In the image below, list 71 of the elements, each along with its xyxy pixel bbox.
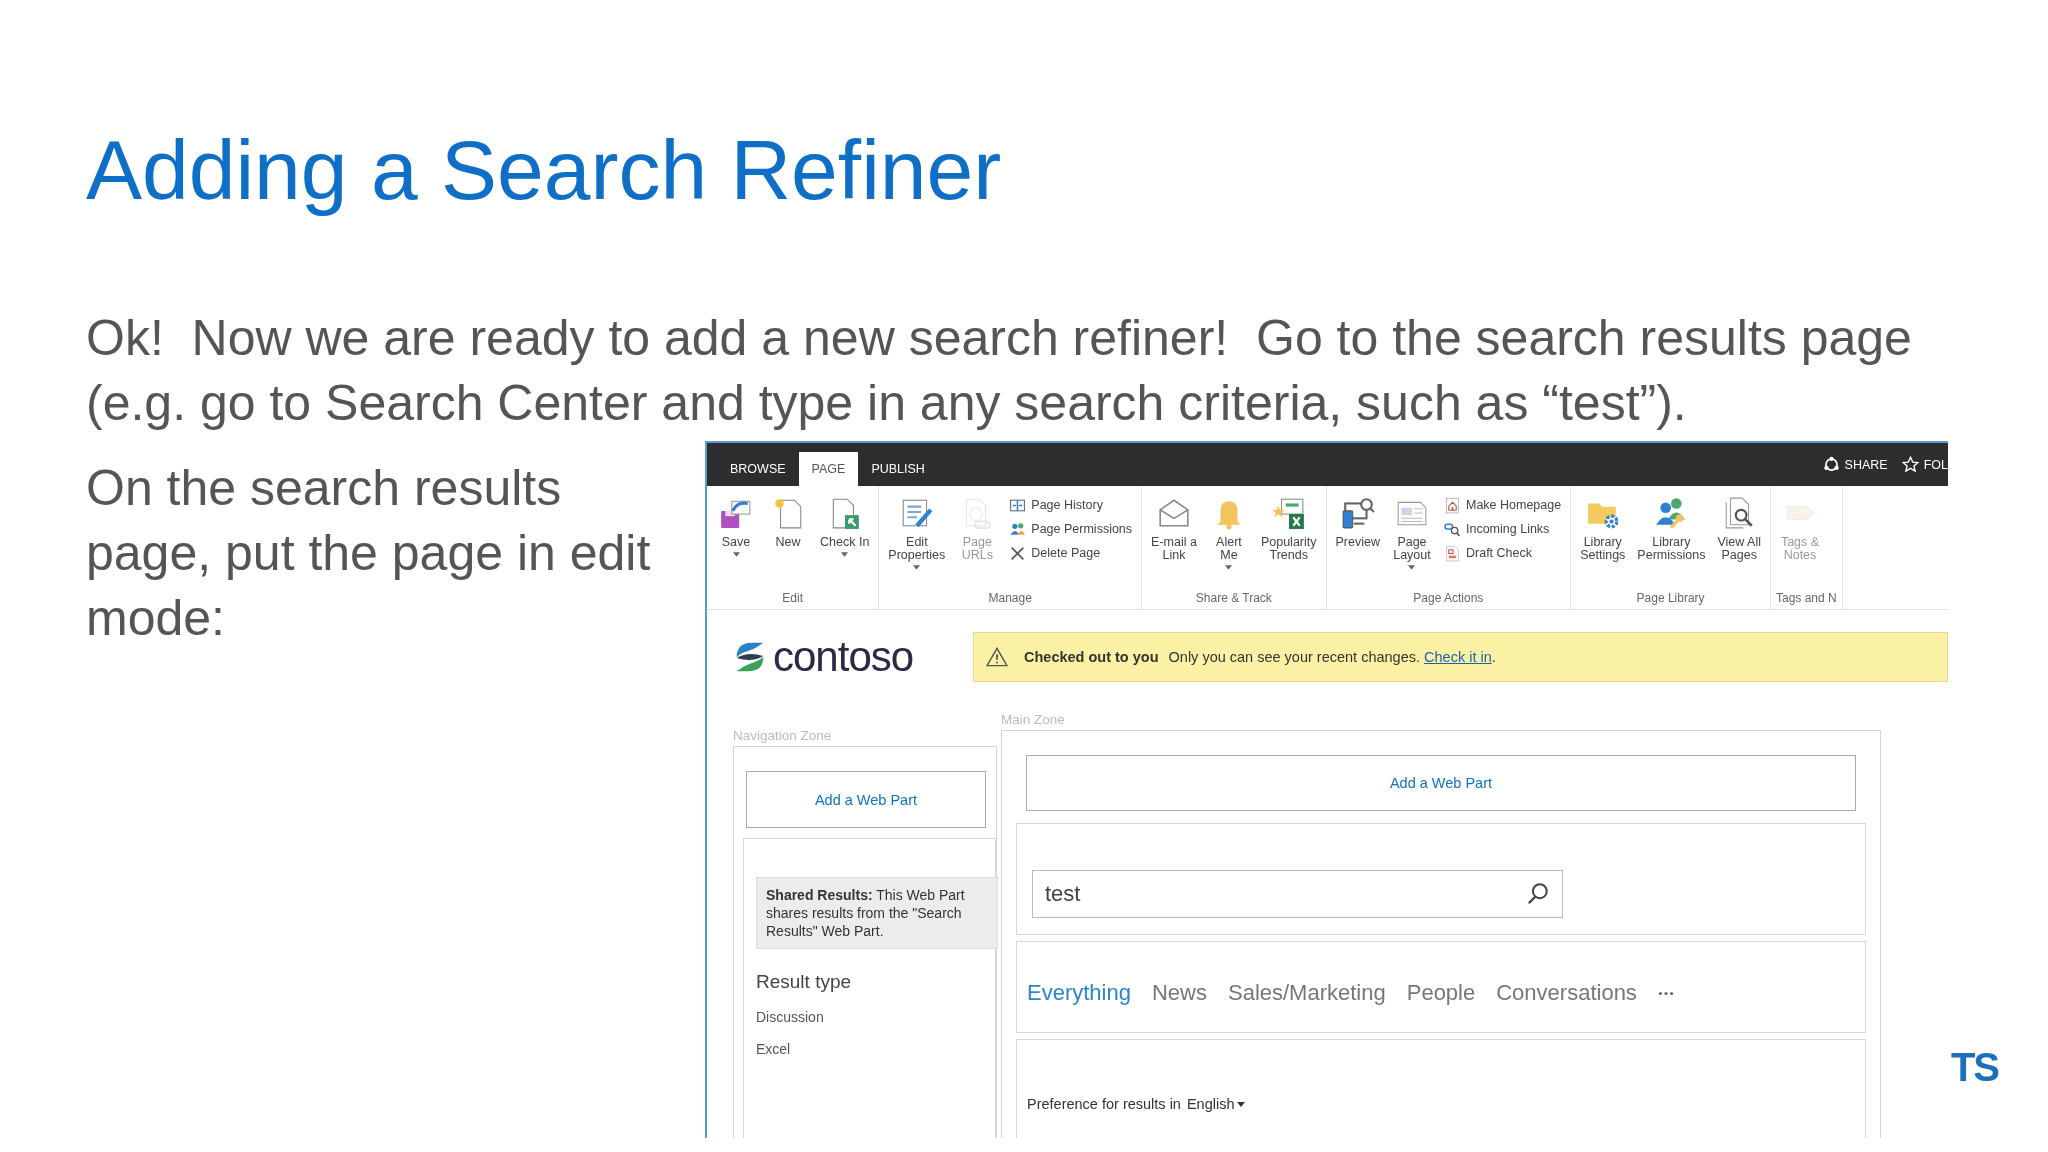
refiner-heading: Result type <box>756 971 853 993</box>
caret-icon <box>1225 565 1233 570</box>
ribbon-button[interactable]: Page Permissions <box>1009 520 1133 538</box>
monitor-magnifier-icon <box>1340 496 1375 530</box>
zone-label: Navigation Zone <box>733 728 833 745</box>
corner-logo: TS <box>1950 1045 1998 1090</box>
people-icon <box>1009 520 1027 538</box>
ribbon-group-label: Edit <box>781 591 804 605</box>
ribbon-group-label: Page Actions <box>1412 591 1485 605</box>
chart-sheet-icon <box>1271 496 1306 530</box>
star-icon[interactable] <box>1901 456 1919 473</box>
status-message: Only you can see your recent changes. Check it in. <box>1168 649 1496 665</box>
ribbon-tab[interactable]: PAGE <box>798 452 859 486</box>
ribbon-button[interactable]: Library Settings <box>1576 496 1630 591</box>
status-title: Checked out to you <box>1024 649 1159 665</box>
search-field[interactable]: test <box>1032 870 1563 918</box>
ribbon-button[interactable]: Check In <box>816 496 874 591</box>
cross-icon <box>1009 544 1027 562</box>
caret-icon <box>1236 1101 1245 1107</box>
ribbon-group-label: Page Library <box>1635 591 1706 605</box>
search-vertical-tab[interactable]: News <box>1151 980 1207 1006</box>
search-vertical-tab[interactable]: Conversations <box>1496 980 1637 1006</box>
ribbon-tab[interactable]: PUBLISH <box>858 452 938 486</box>
ribbon-button[interactable]: Page History <box>1009 496 1133 514</box>
ribbon-button[interactable]: Incoming Links <box>1444 520 1562 538</box>
ribbon-button[interactable]: Delete Page <box>1009 544 1133 562</box>
ribbon-button[interactable]: E-mail a Link <box>1147 496 1201 591</box>
ribbon-button[interactable]: Popularity Trends <box>1256 496 1321 591</box>
ribbon-button[interactable]: Make Homepage <box>1444 496 1562 514</box>
ribbon-button[interactable]: Draft Check <box>1444 544 1562 562</box>
shared-results-note: Shared Results: This Web Part shares results from the "Search Results" Web Part. <box>756 877 998 949</box>
ribbon-button[interactable]: Page Layout <box>1388 496 1436 591</box>
caret-icon <box>732 552 740 557</box>
caret-icon <box>1408 565 1416 570</box>
chain-magnifier-icon <box>1444 520 1461 538</box>
ribbon-button[interactable]: Save <box>712 496 760 591</box>
search-icon[interactable] <box>1526 882 1550 906</box>
add-web-part-button[interactable]: Add a Web Part <box>746 771 986 828</box>
check-in-link[interactable]: Check it in <box>1424 649 1492 665</box>
caret-icon <box>841 552 849 557</box>
preference-label: Preference for results in <box>1027 1096 1181 1112</box>
ribbon-action-link[interactable]: FOL <box>1923 457 1948 472</box>
language-dropdown[interactable]: English <box>1186 1096 1245 1112</box>
ribbon-button[interactable]: Preview <box>1331 496 1384 591</box>
slide-paragraph: On the search results page, put the page in edit mode: <box>86 459 652 648</box>
refiner-item[interactable]: Excel <box>756 1041 995 1057</box>
slide-title: Adding a Search Refiner <box>86 122 1002 219</box>
ribbon-button[interactable]: View All Pages <box>1713 496 1765 591</box>
search-vertical-tab[interactable]: People <box>1406 980 1476 1006</box>
site-logo-text[interactable]: contoso <box>773 633 914 681</box>
add-web-part-button[interactable]: Add a Web Part <box>1026 755 1856 811</box>
search-vertical-tab[interactable]: Everything <box>1027 980 1131 1006</box>
ribbon-group-label: Share & Track <box>1194 591 1273 605</box>
ribbon-tab[interactable]: BROWSE <box>717 452 799 486</box>
ribbon-button[interactable]: Library Permissions <box>1633 496 1710 591</box>
more-icon[interactable] <box>1657 990 1674 996</box>
ribbon-group-label: Manage <box>987 591 1033 605</box>
house-icon <box>1444 496 1461 514</box>
warning-icon <box>986 647 1008 667</box>
ribbon-button[interactable]: Edit Properties <box>884 496 950 591</box>
share-icon[interactable] <box>1822 456 1840 473</box>
ribbon-button[interactable]: Alert Me <box>1204 496 1253 591</box>
document-check-icon <box>1444 544 1461 562</box>
slide-paragraph: Ok! Now we are ready to add a new search refiner! Go to the search results page (e.g. go to Search Center and type in any search criteria, such as “test”). <box>86 309 1913 433</box>
zone-label: Main Zone <box>1001 712 1066 729</box>
caret-icon <box>913 565 921 570</box>
refiner-item[interactable]: Discussion <box>756 1009 995 1025</box>
ribbon-button[interactable]: New <box>764 496 812 591</box>
search-vertical-tab[interactable]: Sales/Marketing <box>1227 980 1386 1006</box>
ribbon-action-link[interactable]: SHARE <box>1844 457 1888 472</box>
ribbon-group-label: Tags and N <box>1776 591 1837 605</box>
